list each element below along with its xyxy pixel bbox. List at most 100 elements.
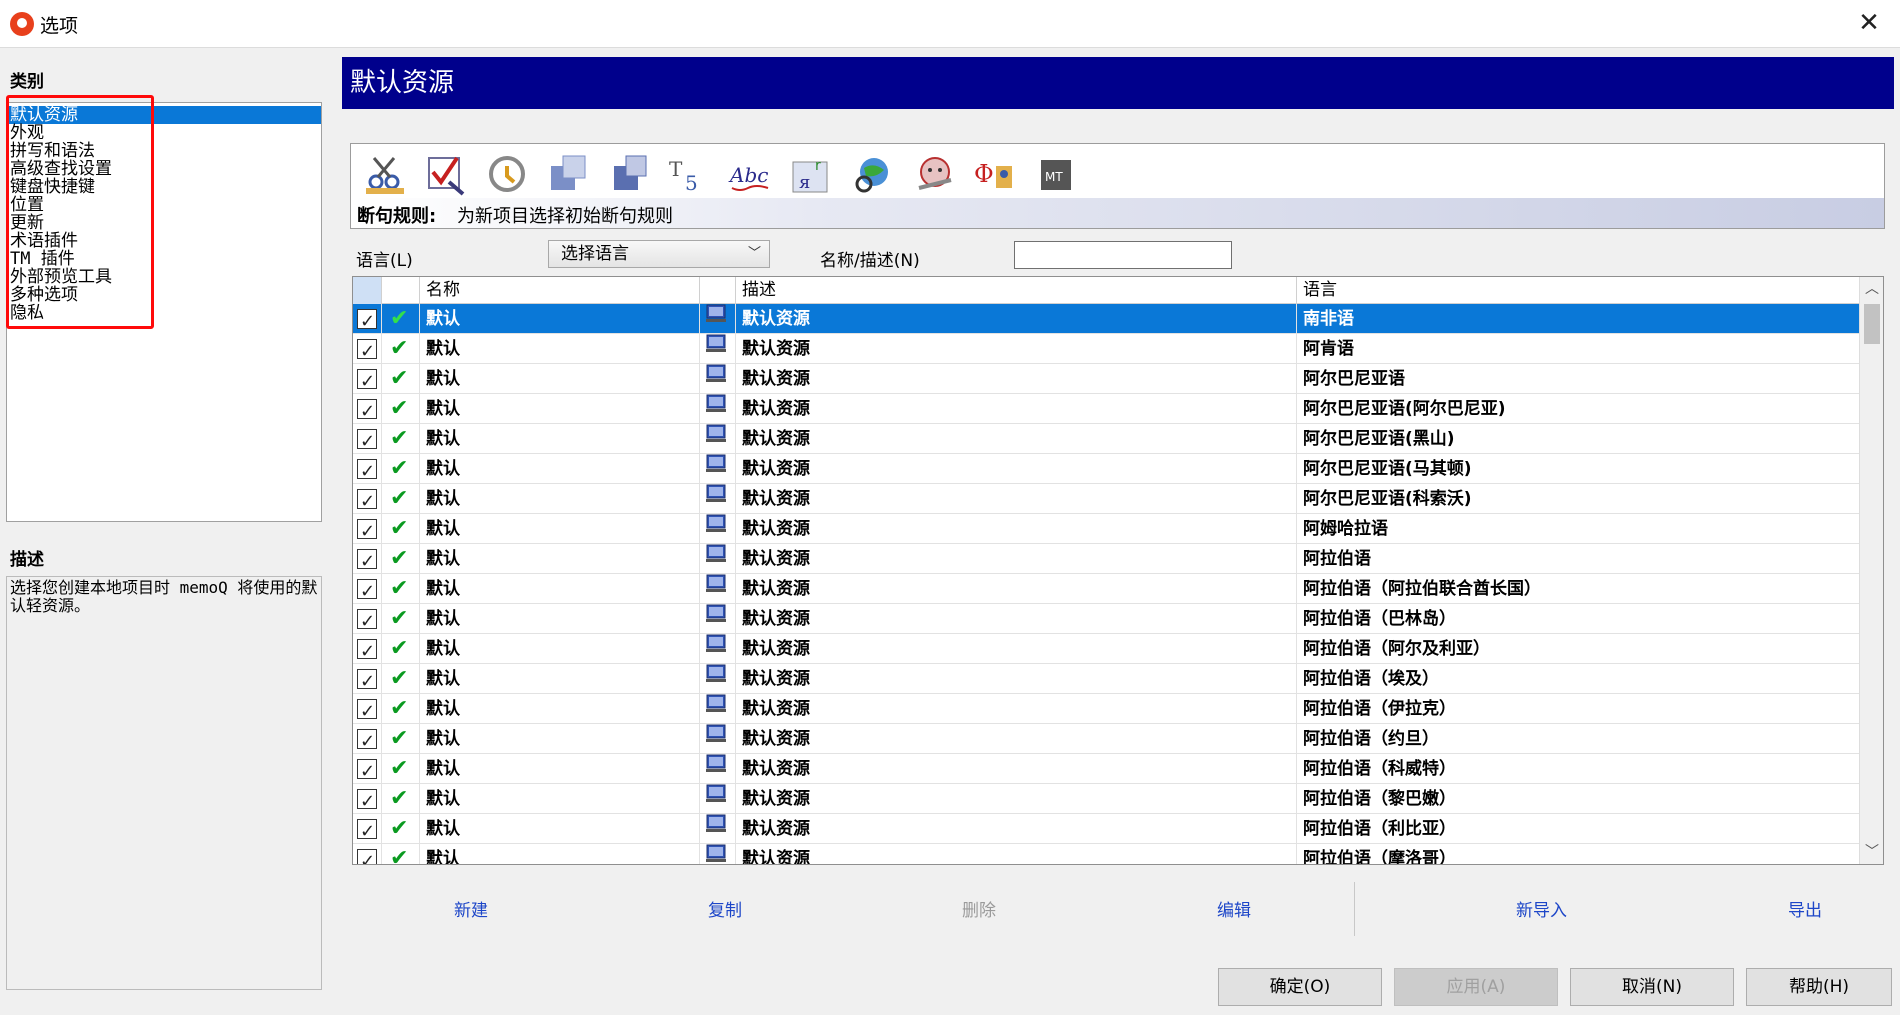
row-checkbox[interactable]: [357, 787, 377, 814]
web-search-icon[interactable]: [845, 150, 900, 198]
row-checkbox[interactable]: [357, 367, 377, 394]
local-resource-icon: [700, 514, 736, 544]
default-tick-icon: ✔: [382, 634, 420, 664]
category-item[interactable]: 术语插件: [7, 232, 321, 250]
table-row[interactable]: ✔默认 默认资源阿拉伯语（巴林岛）: [353, 604, 1859, 634]
clone-button[interactable]: 复制: [708, 896, 742, 921]
table-row[interactable]: ✔默认 默认资源阿尔巴尼亚语(马其顿): [353, 454, 1859, 484]
row-checkbox[interactable]: [357, 337, 377, 364]
row-checkbox[interactable]: [357, 427, 377, 454]
category-item[interactable]: 默认资源: [7, 106, 321, 124]
row-lang: 阿姆哈拉语: [1303, 519, 1388, 539]
row-checkbox-cell: [353, 694, 382, 724]
table-row[interactable]: ✔默认 默认资源阿肯语: [353, 334, 1859, 364]
row-checkbox[interactable]: [357, 457, 377, 484]
table-row[interactable]: ✔默认 默认资源阿拉伯语: [353, 544, 1859, 574]
table-row[interactable]: ✔默认 默认资源阿拉伯语（阿拉伯联合酋长国）: [353, 574, 1859, 604]
category-item[interactable]: 更新: [7, 214, 321, 232]
categories-heading: 类别: [10, 72, 44, 92]
language-select[interactable]: 选择语言 ﹀: [548, 240, 770, 268]
page-title: 默认资源: [342, 57, 1894, 109]
row-checkbox[interactable]: [357, 607, 377, 634]
row-name: 默认: [420, 514, 700, 544]
local-resource-icon: [700, 334, 736, 364]
category-item[interactable]: 外部预览工具: [7, 268, 321, 286]
row-desc: 默认资源: [736, 454, 1297, 484]
row-checkbox-cell: [353, 334, 382, 364]
qa-settings-icon[interactable]: [418, 150, 473, 198]
category-item[interactable]: 隐私: [7, 304, 321, 322]
close-button[interactable]: ✕: [1838, 0, 1900, 46]
auto-translation-rules-icon[interactable]: [479, 150, 534, 198]
keyboard-shortcuts-icon[interactable]: яr: [784, 150, 839, 198]
filter-config-icon[interactable]: [601, 150, 656, 198]
row-checkbox[interactable]: [357, 727, 377, 754]
row-checkbox[interactable]: [357, 757, 377, 784]
header-desc[interactable]: 描述: [736, 277, 1297, 304]
default-tick-icon: ✔: [382, 844, 420, 864]
category-item[interactable]: 键盘快捷键: [7, 178, 321, 196]
row-checkbox[interactable]: [357, 397, 377, 424]
delete-button[interactable]: 删除: [962, 896, 996, 921]
row-checkbox[interactable]: [357, 637, 377, 664]
categories-list[interactable]: 默认资源 外观 拼写和语法 高级查找设置 键盘快捷键 位置 更新 术语插件 TM 插件 外部预览工…: [6, 102, 322, 522]
row-name: 默认: [420, 634, 700, 664]
category-item[interactable]: 位置: [7, 196, 321, 214]
row-checkbox[interactable]: [357, 517, 377, 544]
language-select-value: 选择语言: [561, 244, 629, 264]
table-row[interactable]: ✔默认 默认资源阿拉伯语（科威特）: [353, 754, 1859, 784]
mt-settings-icon[interactable]: MT: [1028, 150, 1083, 198]
category-item[interactable]: 高级查找设置: [7, 160, 321, 178]
spelling-icon[interactable]: Abc: [723, 150, 778, 198]
row-checkbox[interactable]: [357, 487, 377, 514]
table-row[interactable]: ✔默认 默认资源阿拉伯语（黎巴嫩）: [353, 784, 1859, 814]
row-checkbox[interactable]: [357, 817, 377, 844]
row-checkbox[interactable]: [357, 547, 377, 574]
table-row[interactable]: ✔默认 默认资源阿拉伯语（伊拉克）: [353, 694, 1859, 724]
table-row[interactable]: ✔默认 默认资源阿尔巴尼亚语(黑山): [353, 424, 1859, 454]
table-row[interactable]: ✔默认 默认资源阿尔巴尼亚语(阿尔巴尼亚): [353, 394, 1859, 424]
apply-button[interactable]: 应用(A): [1394, 968, 1558, 1006]
category-item[interactable]: 多种选项: [7, 286, 321, 304]
table-row[interactable]: ✔默认 默认资源阿拉伯语（阿尔及利亚）: [353, 634, 1859, 664]
new-button[interactable]: 新建: [454, 896, 488, 921]
category-item[interactable]: 拼写和语法: [7, 142, 321, 160]
help-button[interactable]: 帮助(H): [1746, 968, 1892, 1006]
row-checkbox[interactable]: [357, 697, 377, 724]
livedocs-settings-icon[interactable]: [906, 150, 961, 198]
segmentation-rules-icon[interactable]: [357, 150, 412, 198]
description-heading: 描述: [10, 550, 44, 570]
font-substitution-icon[interactable]: T5: [662, 150, 717, 198]
category-item[interactable]: TM 插件: [7, 250, 321, 268]
table-row[interactable]: ✔默认 默认资源阿拉伯语（利比亚）: [353, 814, 1859, 844]
export-button[interactable]: 导出: [1788, 896, 1822, 921]
row-checkbox[interactable]: [357, 577, 377, 604]
table-row[interactable]: ✔默认 默认资源阿尔巴尼亚语(科索沃): [353, 484, 1859, 514]
name-desc-input[interactable]: [1014, 241, 1232, 269]
edit-button[interactable]: 编辑: [1217, 896, 1251, 921]
row-name: 默认: [420, 694, 700, 724]
row-checkbox[interactable]: [357, 667, 377, 694]
table-row[interactable]: ✔默认 默认资源阿姆哈拉语: [353, 514, 1859, 544]
header-check-column[interactable]: [353, 277, 382, 304]
category-item[interactable]: 外观: [7, 124, 321, 142]
table-row[interactable]: ✔默认 默认资源阿尔巴尼亚语: [353, 364, 1859, 394]
table-row[interactable]: ✔默认 默认资源阿拉伯语（摩洛哥）: [353, 844, 1859, 864]
table-row[interactable]: ✔默认 默认资源南非语: [353, 304, 1859, 334]
ignore-list-icon[interactable]: [540, 150, 595, 198]
row-checkbox[interactable]: [357, 847, 377, 864]
import-new-button[interactable]: 新导入: [1516, 896, 1567, 921]
vertical-scrollbar[interactable]: ︿ ﹀: [1859, 277, 1883, 864]
scroll-thumb[interactable]: [1864, 304, 1880, 344]
table-row[interactable]: ✔默认 默认资源阿拉伯语（约旦）: [353, 724, 1859, 754]
row-checkbox[interactable]: [357, 307, 377, 334]
header-lang[interactable]: 语言: [1297, 277, 1859, 304]
non-translatable-icon[interactable]: Φ: [967, 150, 1022, 198]
table-row[interactable]: ✔默认 默认资源阿拉伯语（埃及）: [353, 664, 1859, 694]
ok-button[interactable]: 确定(O): [1218, 968, 1382, 1006]
header-name[interactable]: 名称: [420, 277, 700, 304]
cancel-button[interactable]: 取消(N): [1570, 968, 1734, 1006]
row-lang: 阿拉伯语（埃及）: [1303, 669, 1439, 689]
scroll-down-icon[interactable]: ﹀: [1860, 840, 1883, 864]
scroll-up-icon[interactable]: ︿: [1860, 277, 1883, 301]
